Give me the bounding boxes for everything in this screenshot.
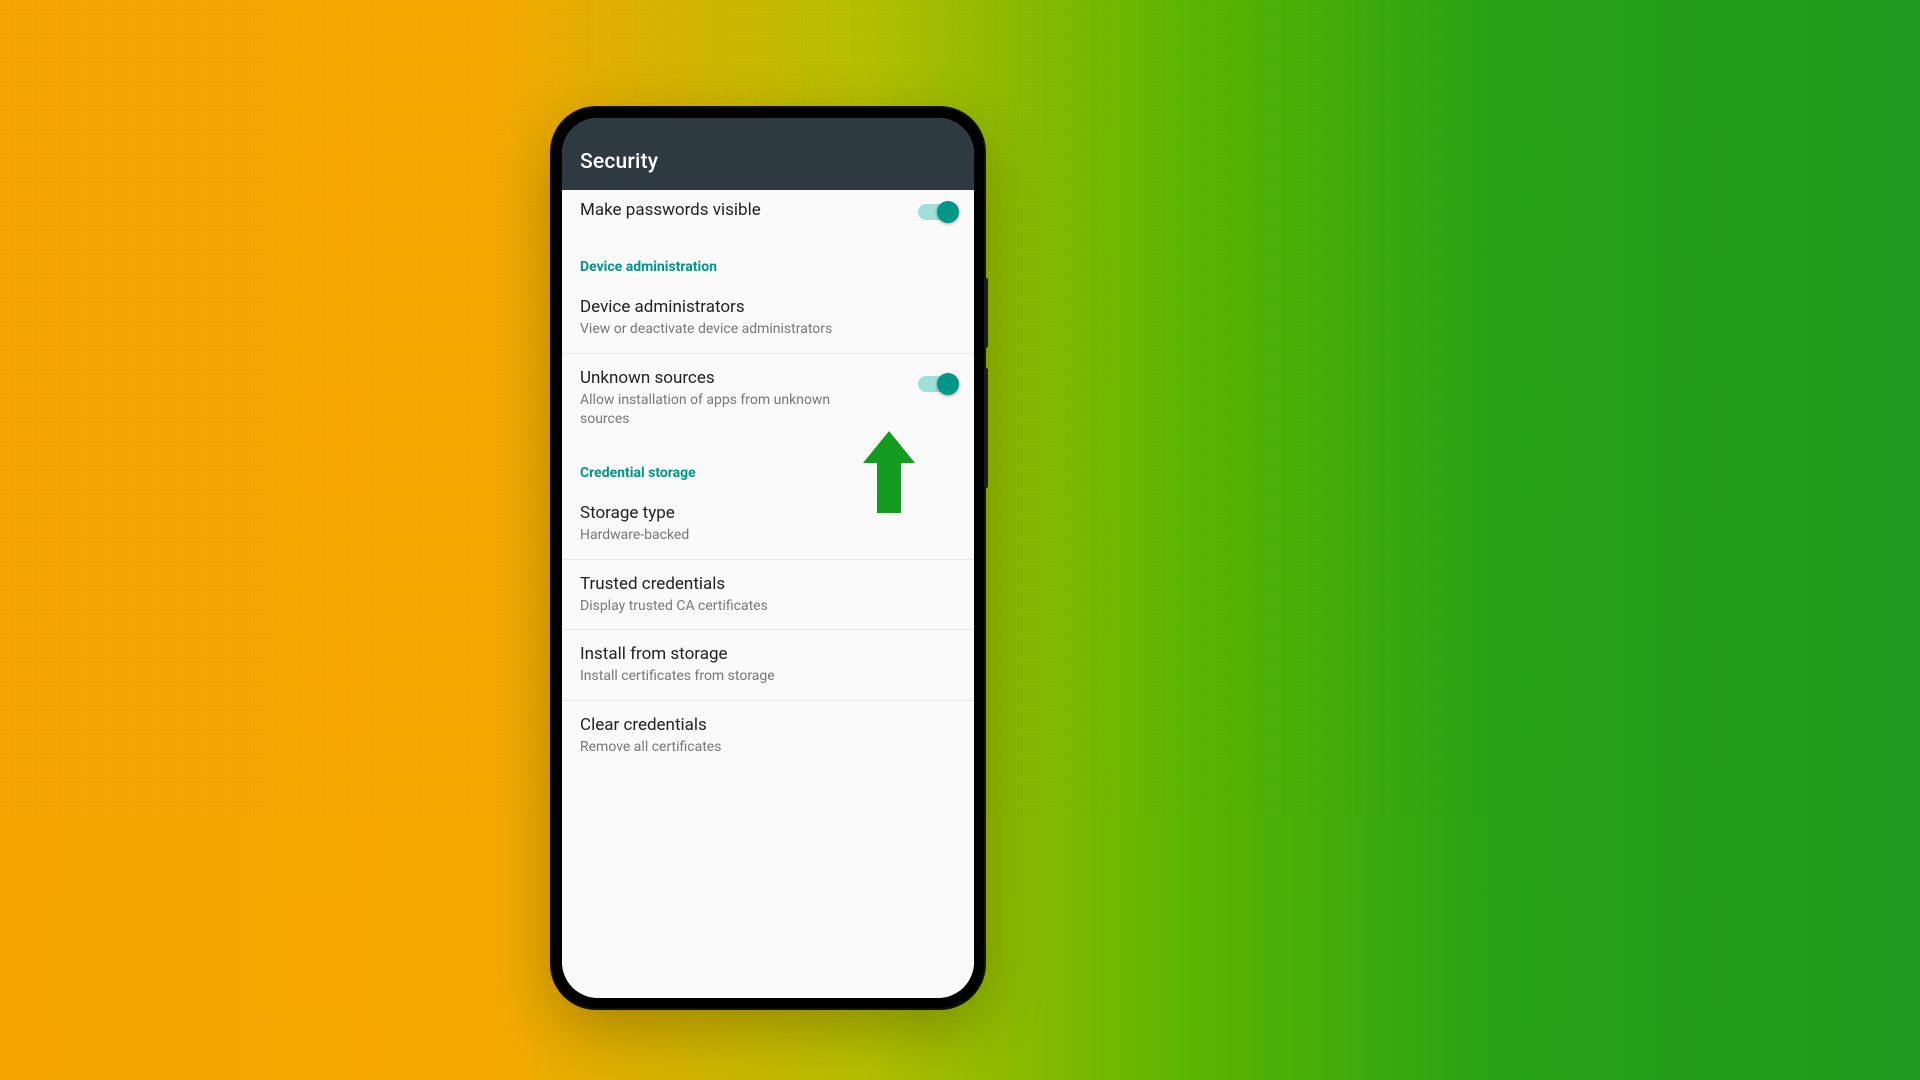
row-subtitle: Allow installation of apps from unknown … bbox=[580, 391, 880, 429]
settings-list[interactable]: Make passwords visible Device administra… bbox=[562, 190, 974, 998]
section-header-credential-storage: Credential storage bbox=[562, 443, 974, 489]
row-title: Install from storage bbox=[580, 644, 956, 664]
phone-mockup: Security Make passwords visible Device a… bbox=[552, 108, 984, 1008]
row-install-from-storage[interactable]: Install from storage Install certificate… bbox=[562, 630, 974, 701]
app-bar-title: Security bbox=[580, 150, 658, 174]
row-subtitle: Display trusted CA certificates bbox=[580, 597, 880, 616]
section-header-device-administration: Device administration bbox=[562, 237, 974, 283]
row-subtitle: Install certificates from storage bbox=[580, 667, 880, 686]
toggle-knob-icon bbox=[937, 373, 959, 395]
row-clear-credentials[interactable]: Clear credentials Remove all certificate… bbox=[562, 701, 974, 771]
app-bar: Security bbox=[562, 118, 974, 190]
row-subtitle: Remove all certificates bbox=[580, 738, 880, 757]
row-trusted-credentials[interactable]: Trusted credentials Display trusted CA c… bbox=[562, 560, 974, 631]
phone-side-button bbox=[984, 278, 988, 348]
row-title: Device administrators bbox=[580, 297, 956, 317]
row-subtitle: Hardware-backed bbox=[580, 526, 880, 545]
row-subtitle: View or deactivate device administrators bbox=[580, 320, 880, 339]
phone-screen: Security Make passwords visible Device a… bbox=[562, 118, 974, 998]
toggle-knob-icon bbox=[937, 201, 959, 223]
row-unknown-sources[interactable]: Unknown sources Allow installation of ap… bbox=[562, 354, 974, 443]
phone-side-button bbox=[984, 368, 988, 488]
row-device-administrators[interactable]: Device administrators View or deactivate… bbox=[562, 283, 974, 354]
row-title: Trusted credentials bbox=[580, 574, 956, 594]
row-title: Clear credentials bbox=[580, 715, 956, 735]
row-storage-type[interactable]: Storage type Hardware-backed bbox=[562, 489, 974, 560]
row-title: Unknown sources bbox=[580, 368, 906, 388]
row-title: Make passwords visible bbox=[580, 200, 906, 220]
row-make-passwords-visible[interactable]: Make passwords visible bbox=[562, 190, 974, 237]
toggle-make-passwords-visible[interactable] bbox=[918, 204, 956, 220]
row-title: Storage type bbox=[580, 503, 956, 523]
toggle-unknown-sources[interactable] bbox=[918, 376, 956, 392]
